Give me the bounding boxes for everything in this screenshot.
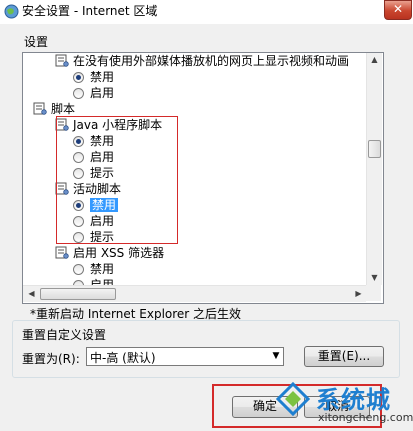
scroll-down-icon[interactable]: ▼ — [367, 273, 382, 283]
scrollbar-corner — [366, 285, 381, 301]
scroll-right-icon[interactable]: ▶ — [351, 289, 366, 299]
radio-unchecked-icon[interactable] — [73, 264, 84, 275]
settings-item: 在没有使用外部媒体播放机的网页上显示视频和动画 — [55, 53, 349, 69]
script-icon — [33, 102, 47, 115]
radio-unchecked-icon[interactable] — [73, 88, 84, 99]
reset-to-label: 重置为(R): — [22, 352, 80, 366]
scroll-left-icon[interactable]: ◀ — [24, 289, 39, 299]
radio-option[interactable]: 禁用 — [73, 69, 114, 85]
settings-label: 设置 — [24, 35, 49, 49]
globe-icon — [4, 4, 19, 19]
item-label: 在没有使用外部媒体播放机的网页上显示视频和动画 — [73, 54, 350, 68]
watermark-logo-icon — [276, 382, 310, 416]
radio-option[interactable]: 启用 — [73, 85, 114, 101]
window-title: 安全设置 - Internet 区域 — [22, 4, 158, 18]
reset-group-legend: 重置自定义设置 — [20, 326, 109, 343]
item-label: 脚本 — [51, 102, 76, 116]
close-button[interactable]: ✕ — [384, 0, 412, 20]
item-label: 启用 XSS 筛选器 — [73, 246, 165, 260]
reset-level-value: 中-高 (默认) — [90, 351, 156, 365]
settings-item: 启用 XSS 筛选器 — [55, 245, 164, 261]
radio-label: 启用 — [90, 86, 115, 100]
reset-button[interactable]: 重置(E)... — [304, 346, 384, 367]
radio-checked-icon[interactable] — [73, 72, 84, 83]
settings-icon — [55, 246, 69, 259]
watermark-name: 系统城 — [316, 386, 391, 414]
vertical-scroll-thumb[interactable] — [368, 140, 381, 158]
highlight-box — [56, 116, 178, 244]
horizontal-scroll-thumb[interactable] — [40, 288, 116, 300]
chevron-down-icon[interactable]: ▼ — [268, 347, 284, 366]
radio-label: 禁用 — [90, 70, 115, 84]
settings-category: 脚本 — [33, 101, 75, 117]
radio-option[interactable]: 禁用 — [73, 261, 114, 277]
title-bar: 安全设置 - Internet 区域 ✕ — [0, 0, 413, 24]
watermark-url: xitongcheng.com — [318, 411, 413, 424]
radio-label: 禁用 — [90, 262, 115, 276]
scroll-up-icon[interactable]: ▲ — [367, 55, 382, 65]
vertical-scrollbar[interactable]: ▲ ▼ — [366, 53, 382, 285]
settings-icon — [55, 54, 69, 67]
